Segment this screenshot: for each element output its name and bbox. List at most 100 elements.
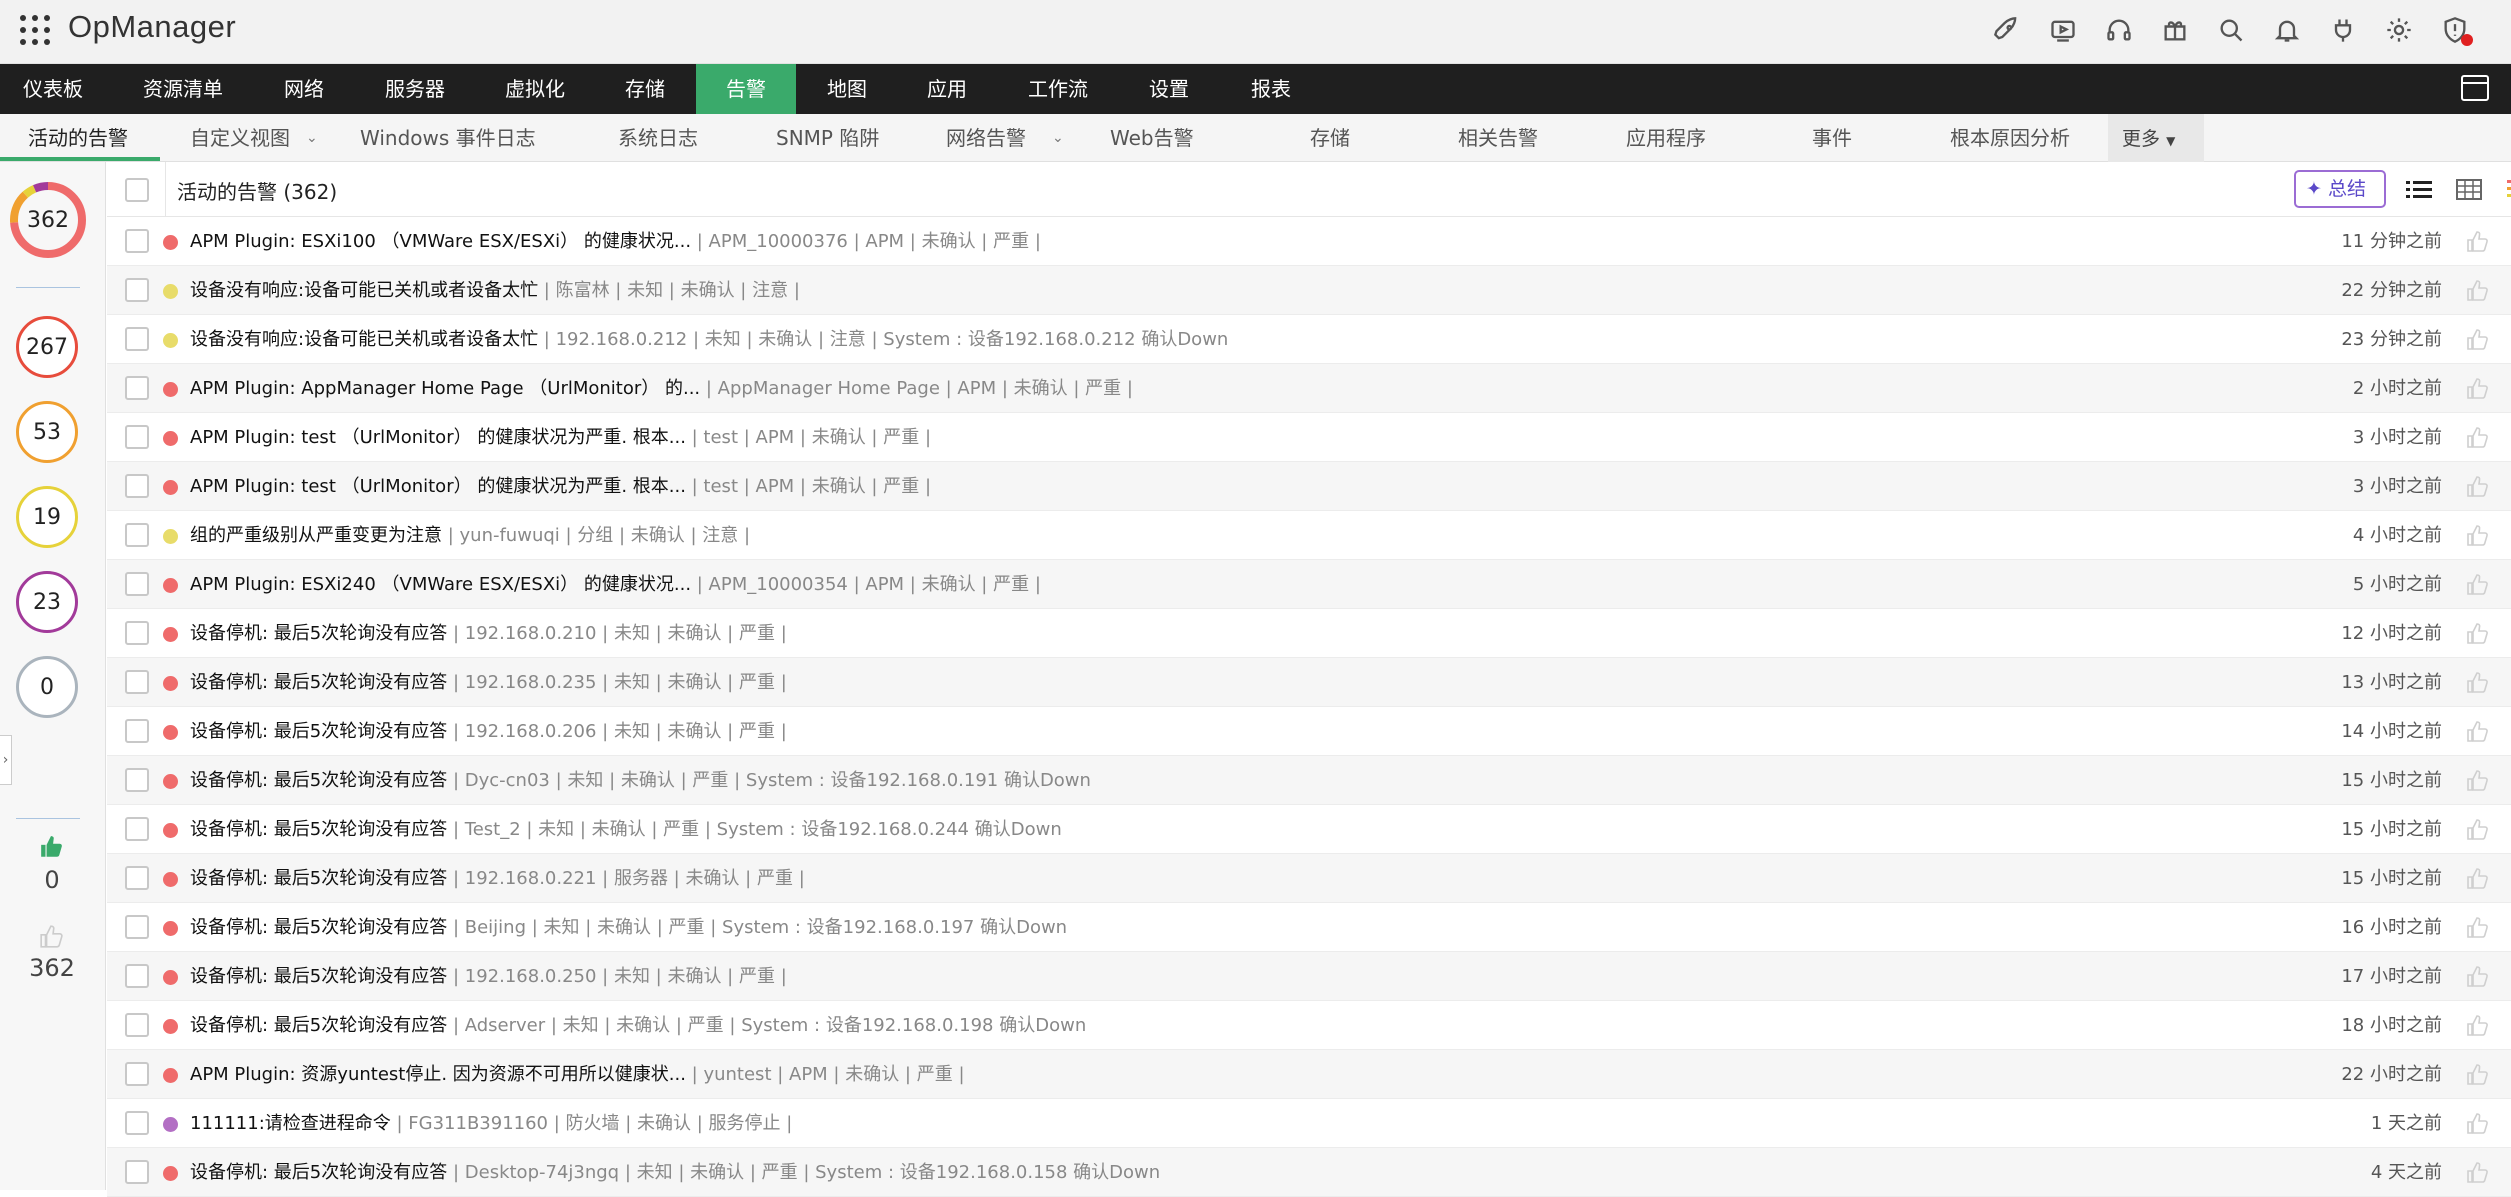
alarm-message[interactable]: 设备停机: 最后5次轮询没有应答 | 192.168.0.221 | 服务器 |… xyxy=(190,854,805,903)
acknowledge-thumb-icon[interactable] xyxy=(2465,573,2491,597)
critical-count[interactable]: 267 xyxy=(16,316,78,378)
alarm-row[interactable]: 设备停机: 最后5次轮询没有应答 | 192.168.0.210 | 未知 | … xyxy=(107,609,2511,658)
acknowledge-thumb-icon[interactable] xyxy=(2465,867,2491,891)
alarm-row[interactable]: 设备停机: 最后5次轮询没有应答 | 192.168.0.250 | 未知 | … xyxy=(107,952,2511,1001)
tab-root-cause-analysis[interactable]: 根本原因分析 xyxy=(1950,114,2070,162)
alarm-row[interactable]: 设备停机: 最后5次轮询没有应答 | Beijing | 未知 | 未确认 | … xyxy=(107,903,2511,952)
nav-reports[interactable]: 报表 xyxy=(1234,64,1308,114)
select-all-checkbox[interactable] xyxy=(125,178,149,202)
tab-custom-views[interactable]: 自定义视图 xyxy=(190,114,290,162)
alarm-message[interactable]: 组的严重级别从严重变更为注意 | yun-fuwuqi | 分组 | 未确认 |… xyxy=(190,511,750,560)
tab-correlated-alarms[interactable]: 相关告警 xyxy=(1458,114,1538,162)
alarm-message[interactable]: 设备停机: 最后5次轮询没有应答 | 192.168.0.206 | 未知 | … xyxy=(190,707,787,756)
alarm-message[interactable]: 设备停机: 最后5次轮询没有应答 | 192.168.0.210 | 未知 | … xyxy=(190,609,787,658)
chevron-down-icon[interactable]: ⌄ xyxy=(1052,114,1064,162)
alarm-row[interactable]: 设备停机: 最后5次轮询没有应答 | Adserver | 未知 | 未确认 |… xyxy=(107,1001,2511,1050)
acknowledge-thumb-icon[interactable] xyxy=(2465,1014,2491,1038)
row-checkbox[interactable] xyxy=(125,425,149,449)
row-checkbox[interactable] xyxy=(125,964,149,988)
alarm-message[interactable]: 设备停机: 最后5次轮询没有应答 | Dyc-cn03 | 未知 | 未确认 |… xyxy=(190,756,1091,805)
nav-maps[interactable]: 地图 xyxy=(812,64,882,114)
tab-network-alarms[interactable]: 网络告警 xyxy=(946,114,1026,162)
alarm-message[interactable]: 111111:请检查进程命令 | FG311B391160 | 防火墙 | 未确… xyxy=(190,1099,792,1148)
alarm-row[interactable]: 设备停机: 最后5次轮询没有应答 | 192.168.0.206 | 未知 | … xyxy=(107,707,2511,756)
row-checkbox[interactable] xyxy=(125,1062,149,1086)
app-launcher-icon[interactable] xyxy=(20,15,50,45)
row-checkbox[interactable] xyxy=(125,1111,149,1135)
acknowledge-thumb-icon[interactable] xyxy=(2465,916,2491,940)
nav-inventory[interactable]: 资源清单 xyxy=(130,64,236,114)
alarm-row[interactable]: APM Plugin: 资源yuntest停止. 因为资源不可用所以健康状...… xyxy=(107,1050,2511,1099)
alarm-message[interactable]: 设备停机: 最后5次轮询没有应答 | 192.168.0.250 | 未知 | … xyxy=(190,952,787,1001)
alarm-message[interactable]: APM Plugin: test （UrlMonitor） 的健康状况为严重. … xyxy=(190,462,931,511)
acknowledge-thumb-icon[interactable] xyxy=(2465,377,2491,401)
row-checkbox[interactable] xyxy=(125,278,149,302)
headset-icon[interactable] xyxy=(2103,14,2135,46)
nav-servers[interactable]: 服务器 xyxy=(370,64,460,114)
row-checkbox[interactable] xyxy=(125,523,149,547)
acknowledge-thumb-icon[interactable] xyxy=(2465,1063,2491,1087)
alarm-row[interactable]: 组的严重级别从严重变更为注意 | yun-fuwuqi | 分组 | 未确认 |… xyxy=(107,511,2511,560)
alarm-message[interactable]: 设备没有响应:设备可能已关机或者设备太忙 | 192.168.0.212 | 未… xyxy=(190,315,1228,364)
row-checkbox[interactable] xyxy=(125,474,149,498)
alarm-row[interactable]: 设备没有响应:设备可能已关机或者设备太忙 | 192.168.0.212 | 未… xyxy=(107,315,2511,364)
plug-icon[interactable] xyxy=(2327,14,2359,46)
alarm-message[interactable]: APM Plugin: AppManager Home Page （UrlMon… xyxy=(190,364,1133,413)
alarm-row[interactable]: 设备停机: 最后5次轮询没有应答 | Test_2 | 未知 | 未确认 | 严… xyxy=(107,805,2511,854)
window-toggle-icon[interactable] xyxy=(2461,75,2489,101)
service-down-count[interactable]: 23 xyxy=(16,571,78,633)
acknowledge-thumb-icon[interactable] xyxy=(2465,524,2491,548)
row-checkbox[interactable] xyxy=(125,915,149,939)
alarm-message[interactable]: 设备停机: 最后5次轮询没有应答 | Adserver | 未知 | 未确认 |… xyxy=(190,1001,1086,1050)
row-checkbox[interactable] xyxy=(125,327,149,351)
acknowledge-thumb-icon[interactable] xyxy=(2465,279,2491,303)
summary-button[interactable]: ✦ 总结 xyxy=(2294,170,2386,208)
acknowledge-thumb-icon[interactable] xyxy=(2465,328,2491,352)
row-checkbox[interactable] xyxy=(125,866,149,890)
row-checkbox[interactable] xyxy=(125,1160,149,1184)
alarm-message[interactable]: APM Plugin: 资源yuntest停止. 因为资源不可用所以健康状...… xyxy=(190,1050,965,1099)
alarm-message[interactable]: 设备没有响应:设备可能已关机或者设备太忙 | 陈富林 | 未知 | 未确认 | … xyxy=(190,266,800,315)
row-checkbox[interactable] xyxy=(125,621,149,645)
nav-alarms[interactable]: 告警 xyxy=(696,64,796,114)
tab-active-alarms[interactable]: 活动的告警 xyxy=(28,114,128,162)
tab-syslog[interactable]: 系统日志 xyxy=(618,114,698,162)
tab-windows-event-log[interactable]: Windows 事件日志 xyxy=(360,114,536,162)
row-checkbox[interactable] xyxy=(125,229,149,253)
trouble-count[interactable]: 19 xyxy=(16,486,78,548)
acknowledge-thumb-icon[interactable] xyxy=(2465,965,2491,989)
list-view-icon[interactable] xyxy=(2404,176,2434,204)
expand-sidebar-icon[interactable]: › xyxy=(0,735,12,785)
row-checkbox[interactable] xyxy=(125,376,149,400)
alarm-message[interactable]: 设备停机: 最后5次轮询没有应答 | Test_2 | 未知 | 未确认 | 严… xyxy=(190,805,1062,854)
acknowledge-thumb-icon[interactable] xyxy=(2465,426,2491,450)
acknowledge-thumb-icon[interactable] xyxy=(2465,769,2491,793)
acknowledge-thumb-icon[interactable] xyxy=(2465,1112,2491,1136)
nav-virtualization[interactable]: 虚拟化 xyxy=(490,64,580,114)
nav-settings[interactable]: 设置 xyxy=(1132,64,1206,114)
alarm-row[interactable]: 111111:请检查进程命令 | FG311B391160 | 防火墙 | 未确… xyxy=(107,1099,2511,1148)
alarm-message[interactable]: 设备停机: 最后5次轮询没有应答 | Beijing | 未知 | 未确认 | … xyxy=(190,903,1067,952)
thumbs-up-outline-icon[interactable] xyxy=(39,924,65,950)
nav-workflow[interactable]: 工作流 xyxy=(1010,64,1106,114)
acknowledge-thumb-icon[interactable] xyxy=(2465,475,2491,499)
nav-dashboard[interactable]: 仪表板 xyxy=(0,64,106,114)
chevron-down-icon[interactable]: ⌄ xyxy=(306,114,318,162)
thumbs-up-icon[interactable] xyxy=(39,834,65,860)
alarm-row[interactable]: 设备没有响应:设备可能已关机或者设备太忙 | 陈富林 | 未知 | 未确认 | … xyxy=(107,266,2511,315)
tab-snmp-traps[interactable]: SNMP 陷阱 xyxy=(776,114,879,162)
acknowledge-thumb-icon[interactable] xyxy=(2465,1161,2491,1185)
row-checkbox[interactable] xyxy=(125,1013,149,1037)
alarm-row[interactable]: 设备停机: 最后5次轮询没有应答 | 192.168.0.235 | 未知 | … xyxy=(107,658,2511,707)
alarm-message[interactable]: APM Plugin: ESXi240 （VMWare ESX/ESXi） 的健… xyxy=(190,560,1041,609)
alarm-message[interactable]: APM Plugin: test （UrlMonitor） 的健康状况为严重. … xyxy=(190,413,931,462)
tab-events[interactable]: 事件 xyxy=(1812,114,1852,162)
video-icon[interactable] xyxy=(2047,14,2079,46)
tab-applications[interactable]: 应用程序 xyxy=(1626,114,1706,162)
alarm-row[interactable]: 设备停机: 最后5次轮询没有应答 | Dyc-cn03 | 未知 | 未确认 |… xyxy=(107,756,2511,805)
more-tabs-button[interactable]: 更多 ▼ xyxy=(2108,114,2204,162)
severity-view-icon[interactable] xyxy=(2504,176,2511,204)
nav-storage[interactable]: 存储 xyxy=(610,64,680,114)
row-checkbox[interactable] xyxy=(125,670,149,694)
search-icon[interactable] xyxy=(2215,14,2247,46)
